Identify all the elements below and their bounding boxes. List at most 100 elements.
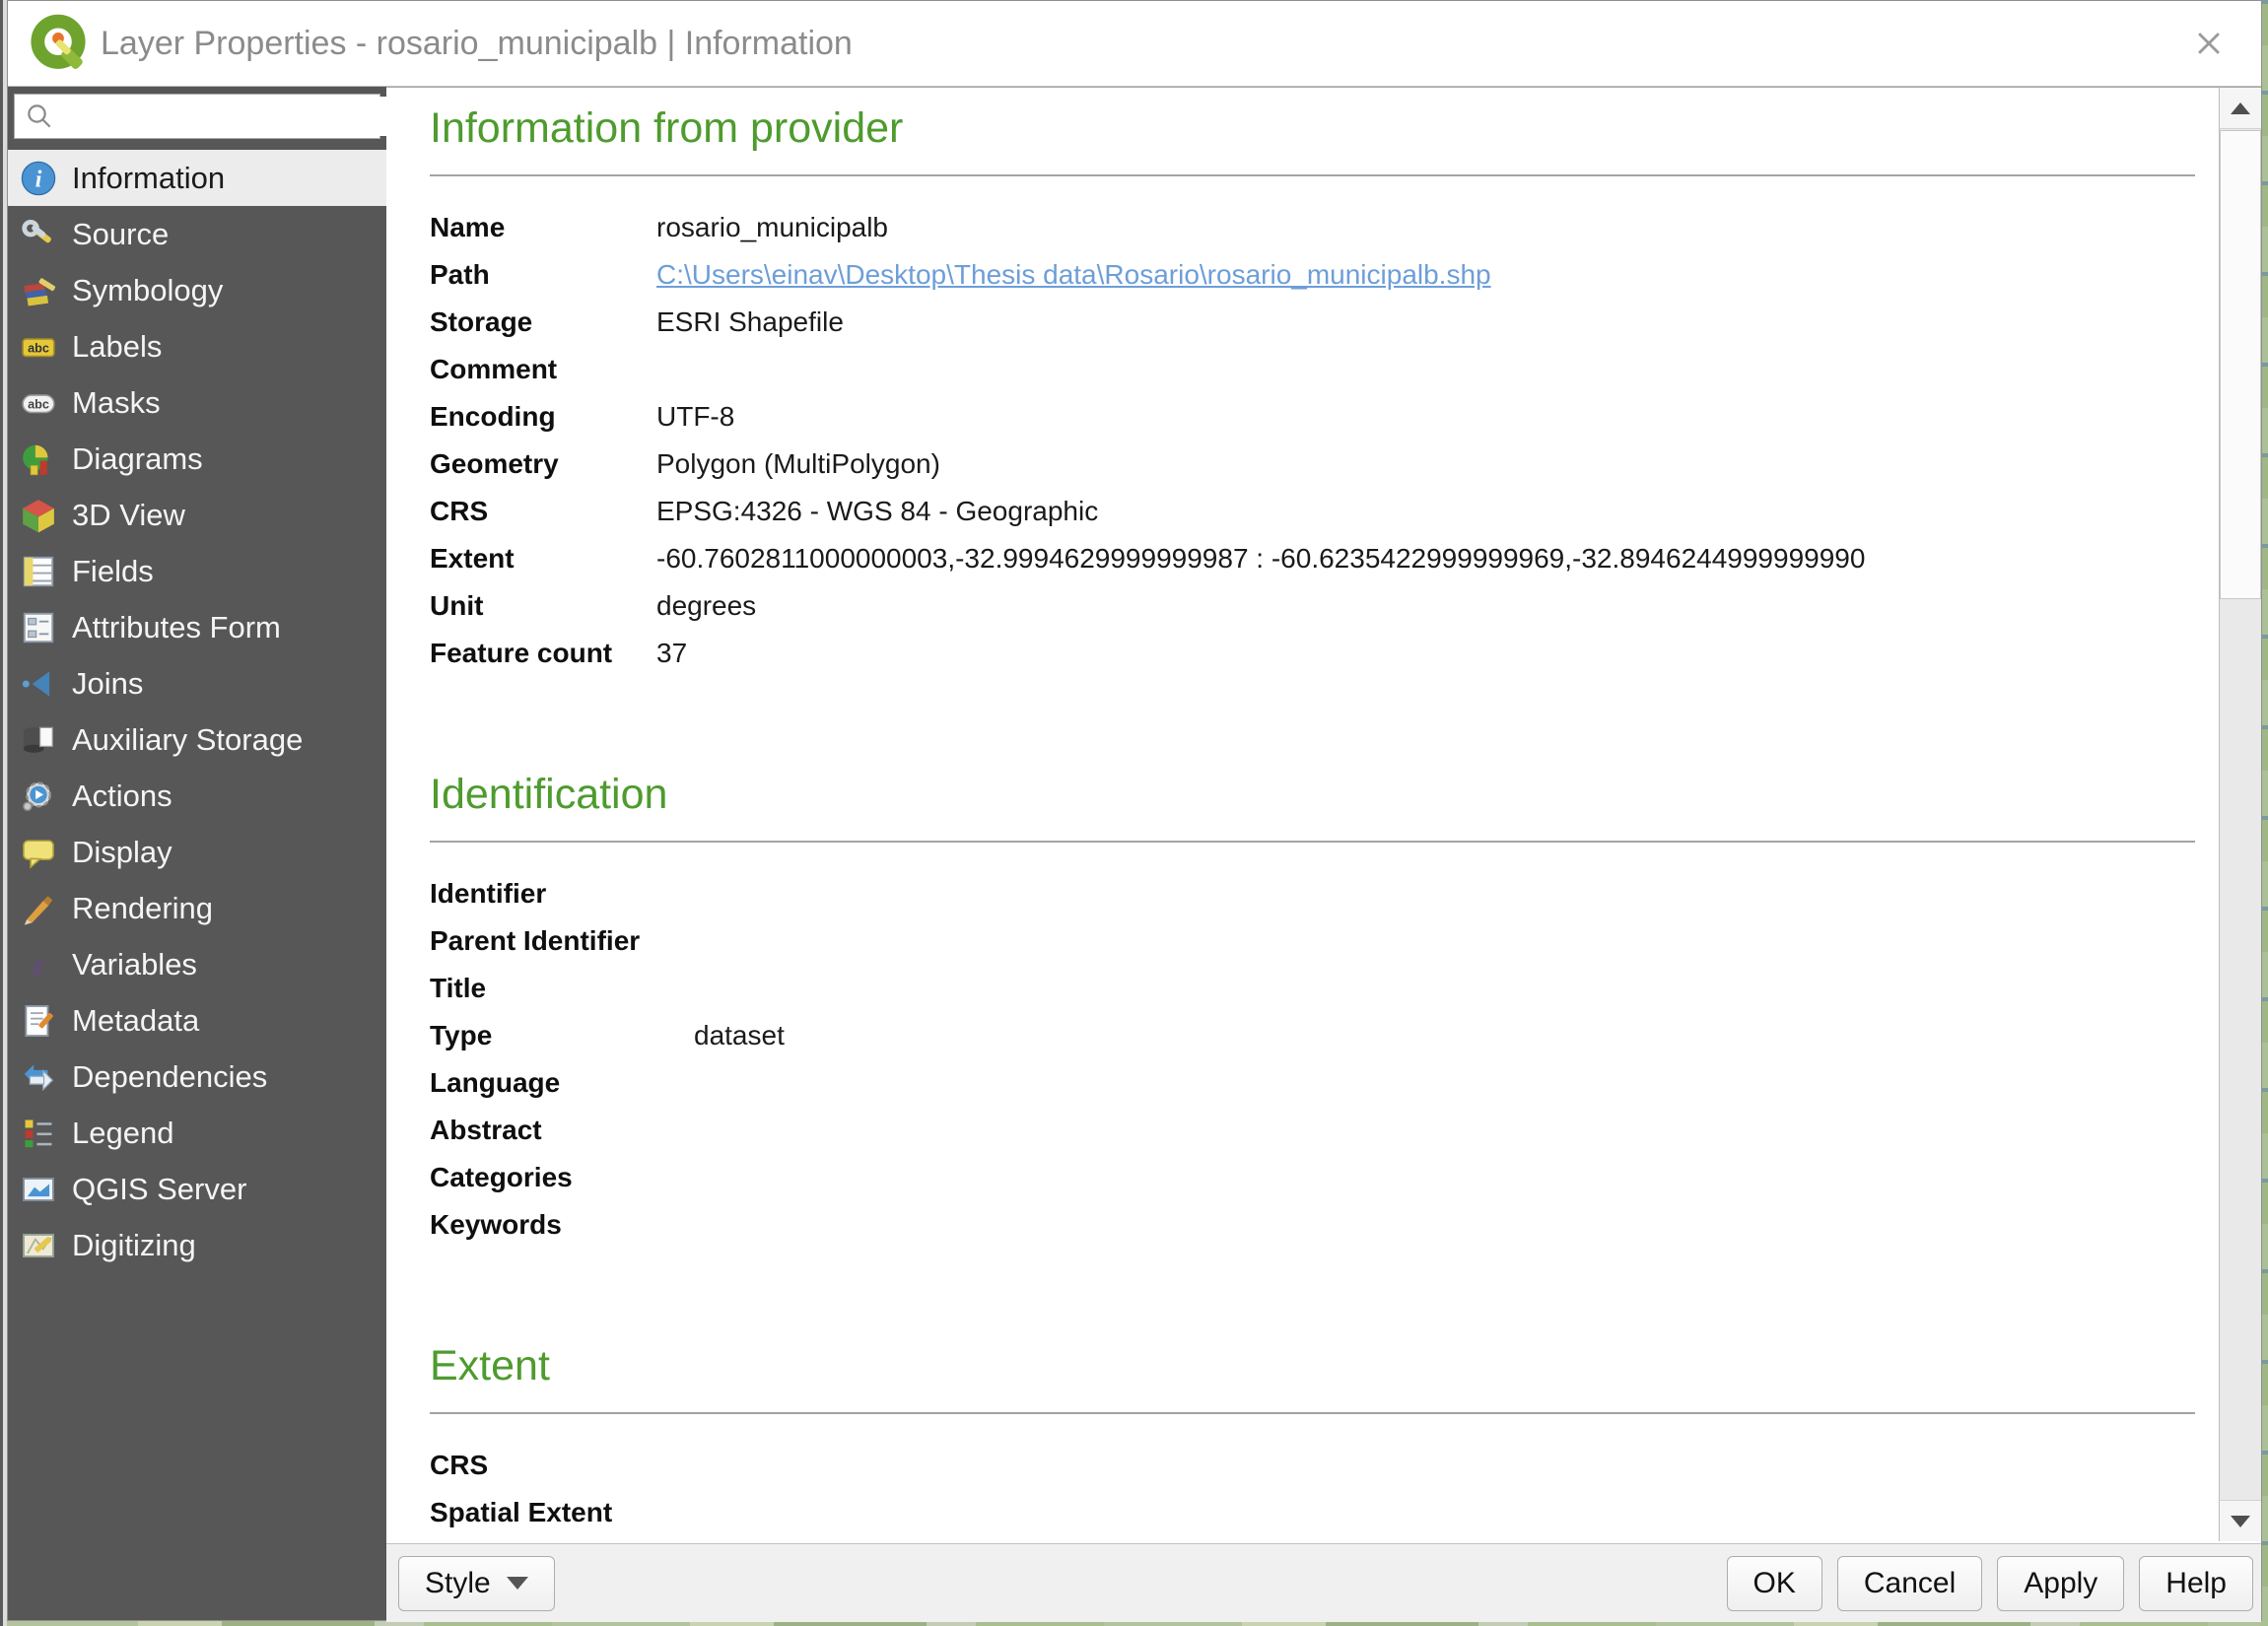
cancel-button[interactable]: Cancel <box>1836 1555 1983 1611</box>
triangle-down-icon <box>2231 1515 2250 1527</box>
section-divider <box>430 173 2195 176</box>
row-label: Name <box>430 211 506 242</box>
section-information-from-provider: Information from provider Name rosario_m… <box>430 102 2195 677</box>
row-value: EPSG:4326 - WGS 84 - Geographic <box>656 495 1099 526</box>
row-type: Type dataset <box>430 1012 2195 1059</box>
legend-icon <box>20 1115 57 1152</box>
source-icon <box>20 216 57 253</box>
fields-icon <box>20 553 57 590</box>
style-button-label: Style <box>425 1566 491 1599</box>
close-button[interactable] <box>2186 21 2232 66</box>
row-value: 37 <box>656 637 688 668</box>
qgis-server-icon <box>20 1171 57 1208</box>
sidebar-item-label: Display <box>72 834 172 869</box>
sidebar-item-source[interactable]: Source <box>8 206 386 262</box>
svg-text:ε: ε <box>33 950 44 981</box>
3d-view-icon <box>20 497 57 534</box>
ok-button[interactable]: OK <box>1726 1555 1822 1611</box>
section-divider <box>430 1411 2195 1414</box>
row-extent: Extent -60.7602811000000003,-32.99946299… <box>430 535 2195 582</box>
sidebar-item-labels[interactable]: abc Labels <box>8 318 386 374</box>
sidebar-item-label: Fields <box>72 553 154 588</box>
section-title: Information from provider <box>430 104 904 152</box>
triangle-up-icon <box>2231 102 2250 114</box>
sidebar-nav-list: i Information Source Symbology abc Label… <box>8 150 386 1273</box>
sidebar-item-diagrams[interactable]: Diagrams <box>8 431 386 487</box>
row-label: Extent <box>430 542 515 574</box>
sidebar-item-label: Diagrams <box>72 440 203 476</box>
svg-text:abc: abc <box>28 397 49 411</box>
row-crs: CRS EPSG:4326 - WGS 84 - Geographic <box>430 488 2195 535</box>
row-value: degrees <box>656 589 757 621</box>
row-title: Title <box>430 965 2195 1012</box>
section-title: Extent <box>430 1341 550 1389</box>
sidebar-item-label: Symbology <box>72 272 224 307</box>
variables-icon: ε <box>20 946 57 983</box>
scrollbar-down-button[interactable] <box>2220 1500 2261 1541</box>
row-temporal-extent: Temporal Extent <box>430 1536 2195 1541</box>
row-label: Type <box>430 1019 493 1050</box>
sidebar-item-masks[interactable]: abc Masks <box>8 374 386 431</box>
help-button[interactable]: Help <box>2139 1555 2253 1611</box>
row-label: Title <box>430 972 487 1003</box>
svg-text:abc: abc <box>28 341 49 355</box>
sidebar-item-label: Actions <box>72 778 172 813</box>
path-link[interactable]: C:\Users\einav\Desktop\Thesis data\Rosar… <box>656 259 1491 290</box>
labels-icon: abc <box>20 328 57 366</box>
sidebar-item-qgis-server[interactable]: QGIS Server <box>8 1161 386 1217</box>
row-label: Path <box>430 258 490 290</box>
sidebar-item-display[interactable]: Display <box>8 824 386 880</box>
sidebar-item-rendering[interactable]: Rendering <box>8 880 386 936</box>
sidebar-item-dependencies[interactable]: Dependencies <box>8 1049 386 1105</box>
sidebar-item-label: 3D View <box>72 497 185 532</box>
apply-button[interactable]: Apply <box>1997 1555 2125 1611</box>
row-label: Language <box>430 1066 561 1098</box>
sidebar-item-actions[interactable]: Actions <box>8 768 386 824</box>
sidebar-item-metadata[interactable]: Metadata <box>8 992 386 1049</box>
sidebar-item-attributes-form[interactable]: Attributes Form <box>8 599 386 655</box>
close-icon <box>2198 33 2220 54</box>
sidebar-item-information[interactable]: i Information <box>8 150 386 206</box>
row-label: Abstract <box>430 1114 542 1145</box>
display-icon <box>20 834 57 871</box>
row-label: Feature count <box>430 637 613 668</box>
row-value: UTF-8 <box>656 400 735 432</box>
row-encoding: Encoding UTF-8 <box>430 393 2195 440</box>
row-abstract: Abstract <box>430 1107 2195 1154</box>
sidebar-item-label: Masks <box>72 384 161 420</box>
sidebar-item-legend[interactable]: Legend <box>8 1105 386 1161</box>
scrollbar-up-button[interactable] <box>2220 88 2261 129</box>
sidebar-item-label: Rendering <box>72 890 214 925</box>
style-button[interactable]: Style <box>398 1555 555 1611</box>
search-input[interactable] <box>62 97 418 136</box>
row-parent-identifier: Parent Identifier <box>430 917 2195 965</box>
scrollbar-thumb[interactable] <box>2220 130 2261 599</box>
sidebar-item-digitizing[interactable]: Digitizing <box>8 1217 386 1273</box>
sidebar-item-auxiliary-storage[interactable]: Auxiliary Storage <box>8 711 386 768</box>
content-scrollbar <box>2220 87 2261 1541</box>
dependencies-icon <box>20 1058 57 1096</box>
sidebar-item-label: Digitizing <box>72 1227 196 1262</box>
row-feature-count: Feature count 37 <box>430 630 2195 677</box>
sidebar-item-3d-view[interactable]: 3D View <box>8 487 386 543</box>
sidebar-item-label: QGIS Server <box>72 1171 247 1206</box>
row-label: Categories <box>430 1161 573 1192</box>
row-label: Keywords <box>430 1208 562 1240</box>
row-value: -60.7602811000000003,-32.999462999999998… <box>656 542 1866 574</box>
row-label: Unit <box>430 589 484 621</box>
sidebar-item-fields[interactable]: Fields <box>8 543 386 599</box>
rendering-icon <box>20 890 57 927</box>
title-bar: Layer Properties - rosario_municipalb | … <box>8 1 2261 87</box>
row-unit: Unit degrees <box>430 582 2195 630</box>
row-storage: Storage ESRI Shapefile <box>430 299 2195 346</box>
digitizing-icon <box>20 1227 57 1264</box>
section-divider <box>430 840 2195 843</box>
row-comment: Comment <box>430 346 2195 393</box>
sidebar-item-symbology[interactable]: Symbology <box>8 262 386 318</box>
row-geometry: Geometry Polygon (MultiPolygon) <box>430 440 2195 488</box>
row-value: ESRI Shapefile <box>656 305 844 337</box>
sidebar-item-variables[interactable]: ε Variables <box>8 936 386 992</box>
row-extent-crs: CRS <box>430 1442 2195 1489</box>
row-language: Language <box>430 1059 2195 1107</box>
sidebar-item-joins[interactable]: Joins <box>8 655 386 711</box>
